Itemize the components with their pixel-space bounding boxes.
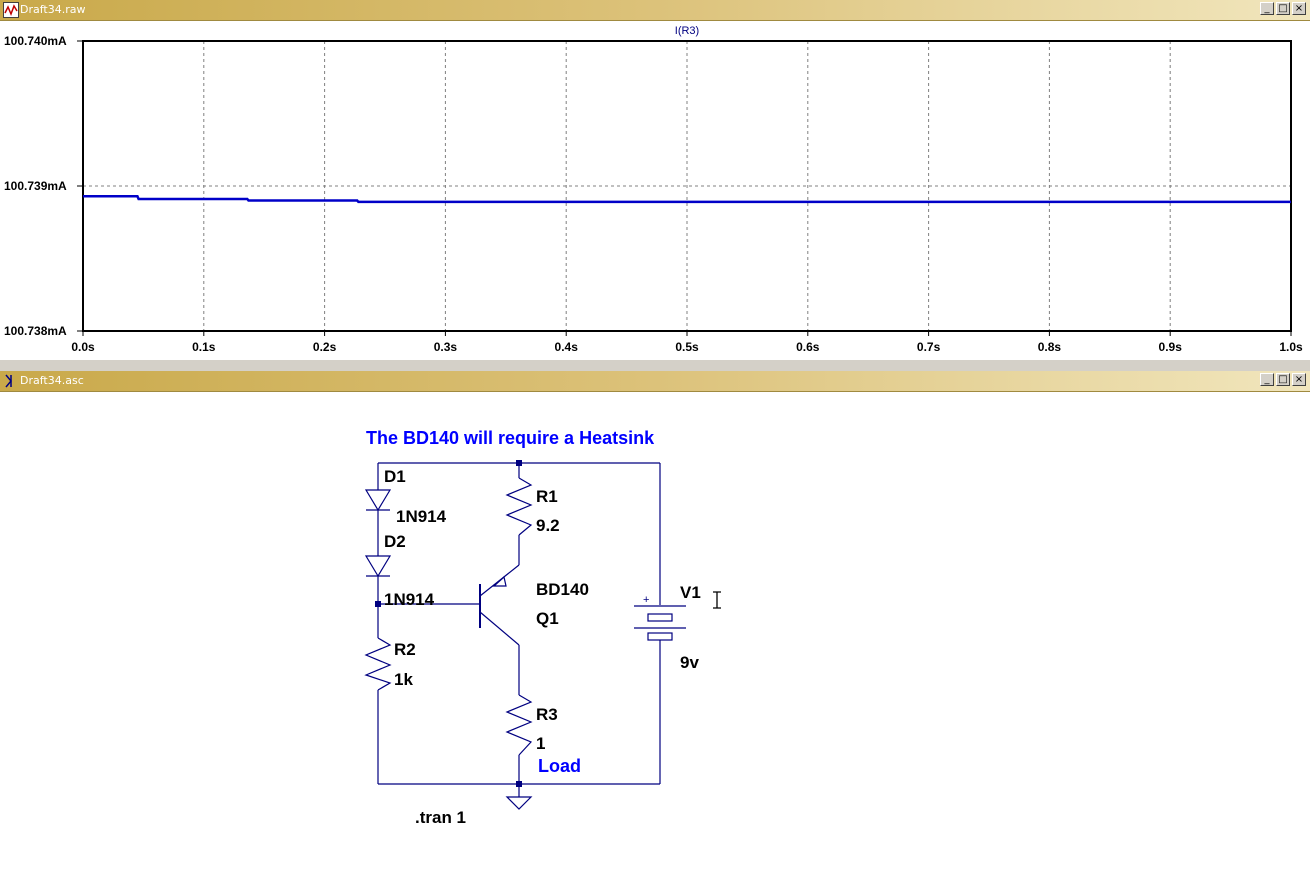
q1-value: BD140 <box>536 580 589 599</box>
diode-d1[interactable] <box>364 489 392 512</box>
junction-dot <box>375 601 381 607</box>
r2-name: R2 <box>394 640 416 659</box>
junction-dot <box>516 781 522 787</box>
resistor-r3[interactable] <box>505 694 533 756</box>
waveform-plot[interactable]: 0.0s 0.1s 0.2s 0.3s 0.4s 0.5s 0.6s 0.7s 0.8s 0.9s… <box>0 20 1310 360</box>
maximize-button[interactable]: □ <box>1276 373 1290 386</box>
x-tick-label: 0.0s <box>71 340 95 354</box>
plot-window-title: Draft34.raw <box>20 3 86 16</box>
x-tick-label: 0.7s <box>917 340 941 354</box>
transistor-q1[interactable] <box>479 564 520 646</box>
x-tick-label: 0.6s <box>796 340 820 354</box>
y-tick-label: 100.740mA <box>4 34 67 48</box>
battery-v1[interactable] <box>634 605 686 641</box>
resistor-r2[interactable] <box>364 637 392 691</box>
schematic-canvas[interactable]: The BD140 will require a Heatsink D1 1N9… <box>0 391 1310 888</box>
resistor-r1[interactable] <box>505 477 533 536</box>
x-tick-label: 0.2s <box>313 340 337 354</box>
tran-directive: .tran 1 <box>415 808 466 827</box>
close-button[interactable]: × <box>1292 2 1306 15</box>
close-button[interactable]: × <box>1292 373 1306 386</box>
schematic-window-title: Draft34.asc <box>20 374 84 387</box>
trace-label: I(R3) <box>675 25 699 37</box>
d2-value: 1N914 <box>384 590 435 609</box>
x-tick-label: 0.1s <box>192 340 216 354</box>
v1-value: 9v <box>680 653 699 672</box>
x-tick-label: 0.9s <box>1159 340 1183 354</box>
v1-plus: + <box>643 594 649 606</box>
d1-value: 1N914 <box>396 507 447 526</box>
minimize-button[interactable]: _ <box>1260 373 1274 386</box>
x-tick-label: 0.5s <box>675 340 699 354</box>
x-tick-label: 0.8s <box>1038 340 1062 354</box>
r1-name: R1 <box>536 487 558 506</box>
heatsink-comment: The BD140 will require a Heatsink <box>366 428 655 448</box>
load-label: Load <box>538 756 581 776</box>
minimize-button[interactable]: _ <box>1260 2 1274 15</box>
schematic-window: Draft34.asc _ □ × The BD140 will require… <box>0 371 1310 888</box>
waveform-icon <box>3 2 19 18</box>
diode-d2[interactable] <box>364 555 392 578</box>
plot-window-titlebar[interactable]: Draft34.raw _ □ × <box>0 0 1310 21</box>
junction-dot <box>516 460 522 466</box>
x-tick-label: 0.4s <box>555 340 579 354</box>
schematic-icon <box>5 374 12 388</box>
x-tick-label: 0.3s <box>434 340 458 354</box>
y-tick-label: 100.738mA <box>4 324 67 338</box>
r2-value: 1k <box>394 670 413 689</box>
q1-name: Q1 <box>536 609 559 628</box>
v1-name: V1 <box>680 583 701 602</box>
r3-name: R3 <box>536 705 558 724</box>
r3-value: 1 <box>536 734 545 753</box>
y-tick-label: 100.739mA <box>4 179 67 193</box>
ground-symbol <box>505 796 533 810</box>
maximize-button[interactable]: □ <box>1276 2 1290 15</box>
text-cursor-icon <box>713 591 721 609</box>
d1-name: D1 <box>384 467 406 486</box>
x-tick-label: 1.0s <box>1279 340 1303 354</box>
schematic-window-titlebar[interactable]: Draft34.asc _ □ × <box>0 371 1310 392</box>
r1-value: 9.2 <box>536 516 560 535</box>
plot-window: Draft34.raw _ □ × 0.0s 0.1s 0.2s 0.3s 0.4s 0.… <box>0 0 1310 360</box>
d2-name: D2 <box>384 532 406 551</box>
